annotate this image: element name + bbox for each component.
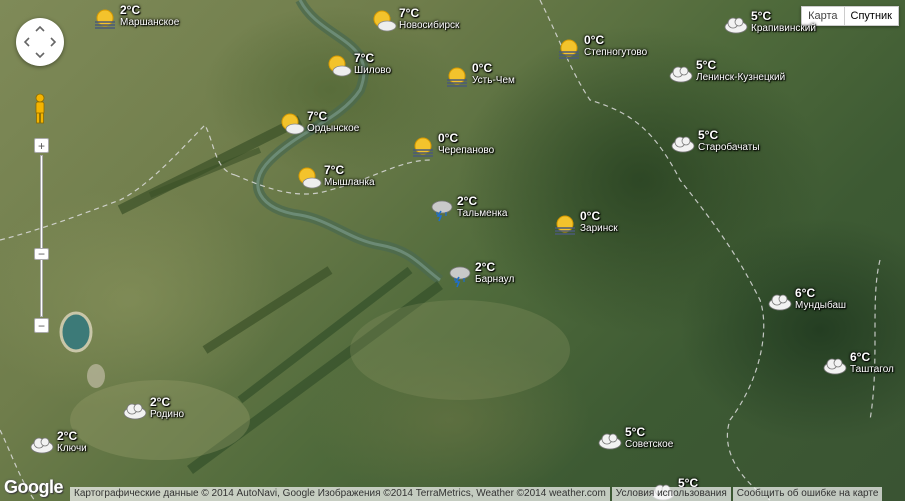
temperature: 5°C [698,128,719,142]
temperature: 7°C [307,109,328,123]
report-error-link[interactable]: Сообщить об ошибке на карте [732,487,883,501]
pan-control[interactable] [16,18,64,66]
city-name: Шилово [354,65,392,76]
pan-arrows-icon [23,25,57,59]
map-footer: Картографические данные © 2014 AutoNavi,… [68,487,905,501]
weather-marker[interactable]: 5°C Ленинск-Кузнецкий [668,58,786,86]
thunderstorm-icon [449,266,471,288]
weather-marker[interactable]: 0°C Заринск [552,209,618,237]
weather-marker[interactable]: 0°C Степногутово [556,33,648,61]
partly-cloudy-icon [298,167,322,189]
weather-marker[interactable]: 6°C Таштагол [822,350,894,378]
zoom-in-button[interactable]: + [34,138,49,153]
temperature: 5°C [625,425,646,439]
temperature: 5°C [696,58,717,72]
map-canvas[interactable]: Карта Спутник + − − 2°C Маршанское 7°C Нов… [0,0,905,501]
weather-marker[interactable]: 5°C Советское [597,425,674,453]
cloud-icon [669,66,693,83]
city-name: Черепаново [438,145,495,156]
weather-marker[interactable]: 0°C Черепаново [410,131,495,159]
cloud-icon [123,403,147,420]
temperature: 2°C [120,3,141,17]
cloud-icon [768,294,792,311]
partly-cloudy-icon [281,113,305,135]
weather-marker[interactable]: 2°C Маршанское [92,3,180,31]
city-name: Усть-Чем [472,75,515,86]
map-type-satellite-button[interactable]: Спутник [844,6,899,26]
temperature: 6°C [795,286,816,300]
temperature: 7°C [324,163,345,177]
sun-rain-icon [559,39,579,59]
weather-marker[interactable]: 2°C Тальменка [429,194,508,222]
temperature: 0°C [472,61,493,75]
city-name: Старобачаты [698,142,760,153]
weather-marker[interactable]: 7°C Новосибирск [371,6,460,34]
weather-marker[interactable]: 2°C Ключи [29,429,87,457]
google-logo[interactable]: Google [4,477,64,498]
temperature: 5°C [751,9,772,23]
city-name: Мышланка [324,177,375,188]
temperature: 7°C [354,51,375,65]
city-name: Таштагол [850,364,894,375]
city-name: Степногутово [584,47,648,58]
weather-marker[interactable]: 7°C Мышланка [296,163,375,191]
city-name: Родино [150,409,185,420]
temperature: 2°C [475,260,496,274]
weather-marker[interactable]: 6°C Мундыбаш [767,286,847,314]
attribution-text: Картографические данные © 2014 AutoNavi,… [70,487,610,501]
thunderstorm-icon [431,200,453,222]
sun-rain-icon [413,137,433,157]
cloud-icon [724,17,748,34]
city-name: Новосибирск [399,20,460,31]
partly-cloudy-icon [328,55,352,77]
weather-marker[interactable]: 7°C Шилово [326,51,392,79]
zoom-slider-track[interactable] [40,155,43,317]
temperature: 2°C [150,395,171,409]
zoom-slider-handle[interactable]: − [34,248,49,260]
temperature: 2°C [457,194,478,208]
weather-marker[interactable]: 2°C Барнаул [447,260,515,288]
weather-marker[interactable]: 2°C Родино [122,395,185,423]
weather-marker[interactable]: 5°C Крапивинский [723,9,816,37]
temperature: 7°C [399,6,420,20]
temperature: 0°C [584,33,605,47]
sun-rain-icon [447,67,467,87]
city-name: Ленинск-Кузнецкий [696,72,786,83]
city-name: Ордынское [307,123,360,134]
city-name: Маршанское [120,17,180,28]
sun-rain-icon [95,9,115,29]
cloud-icon [823,358,847,375]
temperature: 2°C [57,429,78,443]
cloud-icon [671,136,695,153]
pegman-icon[interactable] [33,93,47,125]
weather-marker[interactable]: 0°C Усть-Чем [444,61,515,89]
city-name: Советское [625,439,674,450]
cloud-icon [30,437,54,454]
zoom-out-button[interactable]: − [34,318,49,333]
temperature: 0°C [438,131,459,145]
temperature: 6°C [850,350,871,364]
weather-marker[interactable]: 5°C Старобачаты [670,128,760,156]
city-name: Крапивинский [751,23,816,34]
city-name: Заринск [580,223,618,234]
weather-marker[interactable]: 7°C Ордынское [279,109,360,137]
cloud-icon [598,433,622,450]
city-name: Мундыбаш [795,300,847,311]
partly-cloudy-icon [373,10,397,32]
sun-rain-icon [555,215,575,235]
terms-link[interactable]: Условия использования [611,487,731,501]
city-name: Барнаул [475,274,515,285]
city-name: Тальменка [457,208,508,219]
temperature: 0°C [580,209,601,223]
city-name: Ключи [57,443,87,454]
